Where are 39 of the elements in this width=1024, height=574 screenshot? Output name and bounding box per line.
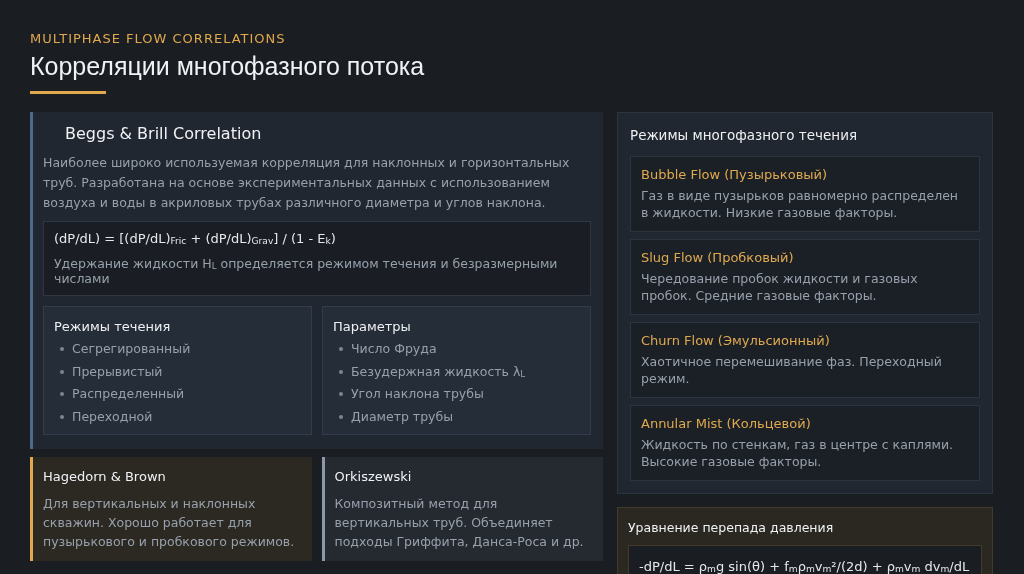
- list-item: Диаметр трубы: [351, 407, 454, 426]
- card-description: Для вертикальных и наклонных скважин. Хорошо работает для пузырькового и пробкового режимов.: [43, 495, 296, 551]
- regime-description: Газ в виде пузырьков равномерно распределен в жидкости. Низкие газовые факторы.: [641, 187, 960, 221]
- list-item: Сегрегированный: [72, 340, 191, 358]
- section-eyebrow: MULTIPHASE FLOW CORRELATIONS: [30, 31, 287, 46]
- bullet-icon: [60, 392, 64, 397]
- card-title: Beggs & Brill Correlation: [65, 124, 263, 143]
- bullet-icon: [60, 347, 64, 352]
- card-description: Наиболее широко используемая корреляция для наклонных и горизонтальных труб. Разработана на основе экспериментальных данных с использованием воздуха и воды в акриловых трубах различного диаметра и углов наклона.: [43, 154, 571, 212]
- formula-note: Удержание жидкости H$_{L}$ определяется режимом течения и безразмерными числами: [54, 256, 559, 286]
- panel-title: Режимы многофазного течения: [630, 127, 859, 143]
- list-item: Угол наклона трубы: [351, 385, 484, 403]
- list-item: Распределенный: [72, 385, 185, 403]
- panel-title: Уравнение перепада давления: [628, 520, 835, 535]
- regime-description: Чередование пробок жидкости и газовых пробок. Средние газовые факторы.: [641, 270, 919, 304]
- pressure-equation: -dP/dL = ρ$_{m}$g sin(θ) + f$_{m}$ρ$_{m}$v$_{m}$²/(2d) + ρ$_{m}$v$_{m}$ dv$_{m}$/dL: [628, 545, 982, 574]
- regime-name: Churn Flow (Эмульсионный): [641, 333, 831, 348]
- list-item: Безудержная жидкость λ$_{L}$: [351, 362, 526, 381]
- regime-description: Жидкость по стенкам, газ в центре с каплями. Высокие газовые факторы.: [641, 436, 955, 470]
- regime-name: Annular Mist (Кольцевой): [641, 416, 812, 431]
- card-description: Композитный метод для вертикальных труб. Объединяет подходы Гриффита, Данса-Роса и др.: [334, 495, 585, 551]
- regime-description: Хаотичное перемешивание фаз. Переходный режим.: [641, 353, 943, 387]
- bullet-icon: [339, 369, 343, 374]
- formula-equation: (dP/dL) = [(dP/dL)$_{Fric}$ + (dP/dL)$_{Grav}$] / (1 - E$_{k}$): [54, 231, 337, 246]
- list-item: Переходной: [72, 407, 153, 426]
- bullet-icon: [60, 369, 64, 374]
- bullet-icon: [60, 414, 64, 419]
- regime-name: Bubble Flow (Пузырьковый): [641, 167, 829, 182]
- list-title: Режимы течения: [54, 319, 172, 334]
- list-title: Параметры: [333, 319, 412, 334]
- page-title: Корреляции многофазного потока: [30, 52, 426, 81]
- card-title: Hagedorn & Brown: [43, 469, 167, 484]
- card-title: Orkiszewski: [334, 469, 413, 484]
- bullet-icon: [339, 414, 343, 419]
- bullet-icon: [339, 392, 343, 397]
- bullet-icon: [339, 347, 343, 352]
- list-item: Прерывистый: [72, 362, 163, 381]
- list-item: Число Фруда: [351, 340, 437, 358]
- regime-name: Slug Flow (Пробковый): [641, 250, 795, 265]
